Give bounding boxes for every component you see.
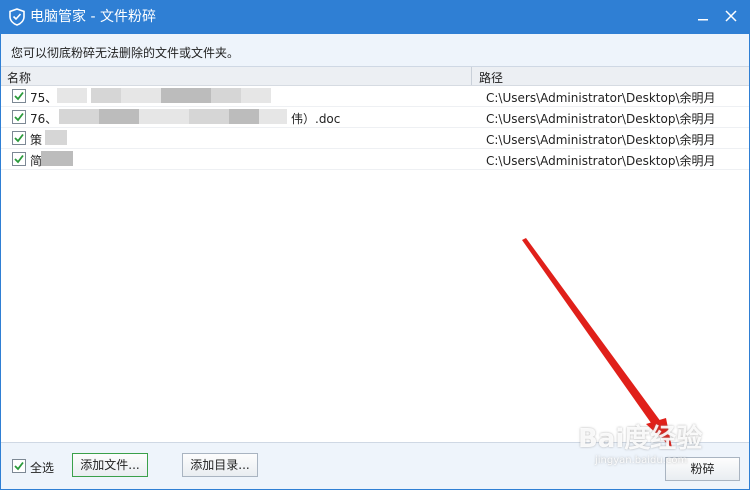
minimize-icon[interactable] <box>690 4 716 28</box>
redacted-block <box>99 109 139 124</box>
close-icon[interactable] <box>718 4 744 28</box>
row-checkbox[interactable] <box>12 110 26 124</box>
add-directory-button[interactable]: 添加目录... <box>182 453 258 477</box>
redacted-block <box>161 88 211 103</box>
table-row[interactable]: 75、 C:\Users\Administrator\Desktop\余明月 <box>1 86 749 107</box>
redacted-block <box>189 109 229 124</box>
redacted-block <box>241 88 271 103</box>
redacted-block <box>91 88 121 103</box>
checkmark-icon <box>14 154 24 164</box>
redacted-block <box>121 88 161 103</box>
redacted-block <box>59 109 99 124</box>
column-header-name[interactable]: 名称 <box>7 69 31 86</box>
checkmark-icon <box>14 461 24 471</box>
list-header: 名称 路径 <box>1 67 749 86</box>
redacted-block <box>211 88 241 103</box>
row-path: C:\Users\Administrator\Desktop\余明月 <box>486 91 716 105</box>
row-name: 75、 <box>30 91 58 105</box>
redacted-block <box>41 151 73 166</box>
row-checkbox[interactable] <box>12 131 26 145</box>
table-row[interactable]: 简 C:\Users\Administrator\Desktop\余明月 <box>1 149 749 170</box>
select-all-checkbox[interactable] <box>12 459 26 473</box>
redacted-block <box>57 88 87 103</box>
column-header-path[interactable]: 路径 <box>479 69 503 86</box>
column-separator[interactable] <box>471 67 472 85</box>
window-title: 电脑管家 - 文件粉碎 <box>30 9 156 25</box>
row-name-suffix: 伟）.doc <box>291 112 341 126</box>
checkmark-icon <box>14 133 24 143</box>
select-all-label[interactable]: 全选 <box>30 459 54 476</box>
redacted-block <box>229 109 259 124</box>
shield-logo-icon <box>9 8 25 26</box>
row-path: C:\Users\Administrator\Desktop\余明月 <box>486 133 716 147</box>
add-file-button[interactable]: 添加文件... <box>72 453 148 477</box>
checkmark-icon <box>14 91 24 101</box>
row-path: C:\Users\Administrator\Desktop\余明月 <box>486 154 716 168</box>
checkmark-icon <box>14 112 24 122</box>
file-list: 名称 路径 75、 C:\Users\Administrator\Desktop… <box>1 66 749 443</box>
table-row[interactable]: 76、 伟）.doc C:\Users\Administrator\Deskto… <box>1 107 749 128</box>
watermark-text: Bai度经验 <box>578 424 703 454</box>
redacted-block <box>45 130 67 145</box>
row-name: 76、 <box>30 112 58 126</box>
row-path: C:\Users\Administrator\Desktop\余明月 <box>486 112 716 126</box>
row-checkbox[interactable] <box>12 89 26 103</box>
table-row[interactable]: 策 C:\Users\Administrator\Desktop\余明月 <box>1 128 749 149</box>
description-text: 您可以彻底粉碎无法删除的文件或文件夹。 <box>11 46 240 60</box>
redacted-block <box>259 109 287 124</box>
watermark-subtext: jingyan.baidu.com <box>595 455 688 466</box>
redacted-block <box>139 109 189 124</box>
row-checkbox[interactable] <box>12 152 26 166</box>
row-name: 策 <box>30 133 43 147</box>
title-bar: 电脑管家 - 文件粉碎 <box>0 0 750 34</box>
